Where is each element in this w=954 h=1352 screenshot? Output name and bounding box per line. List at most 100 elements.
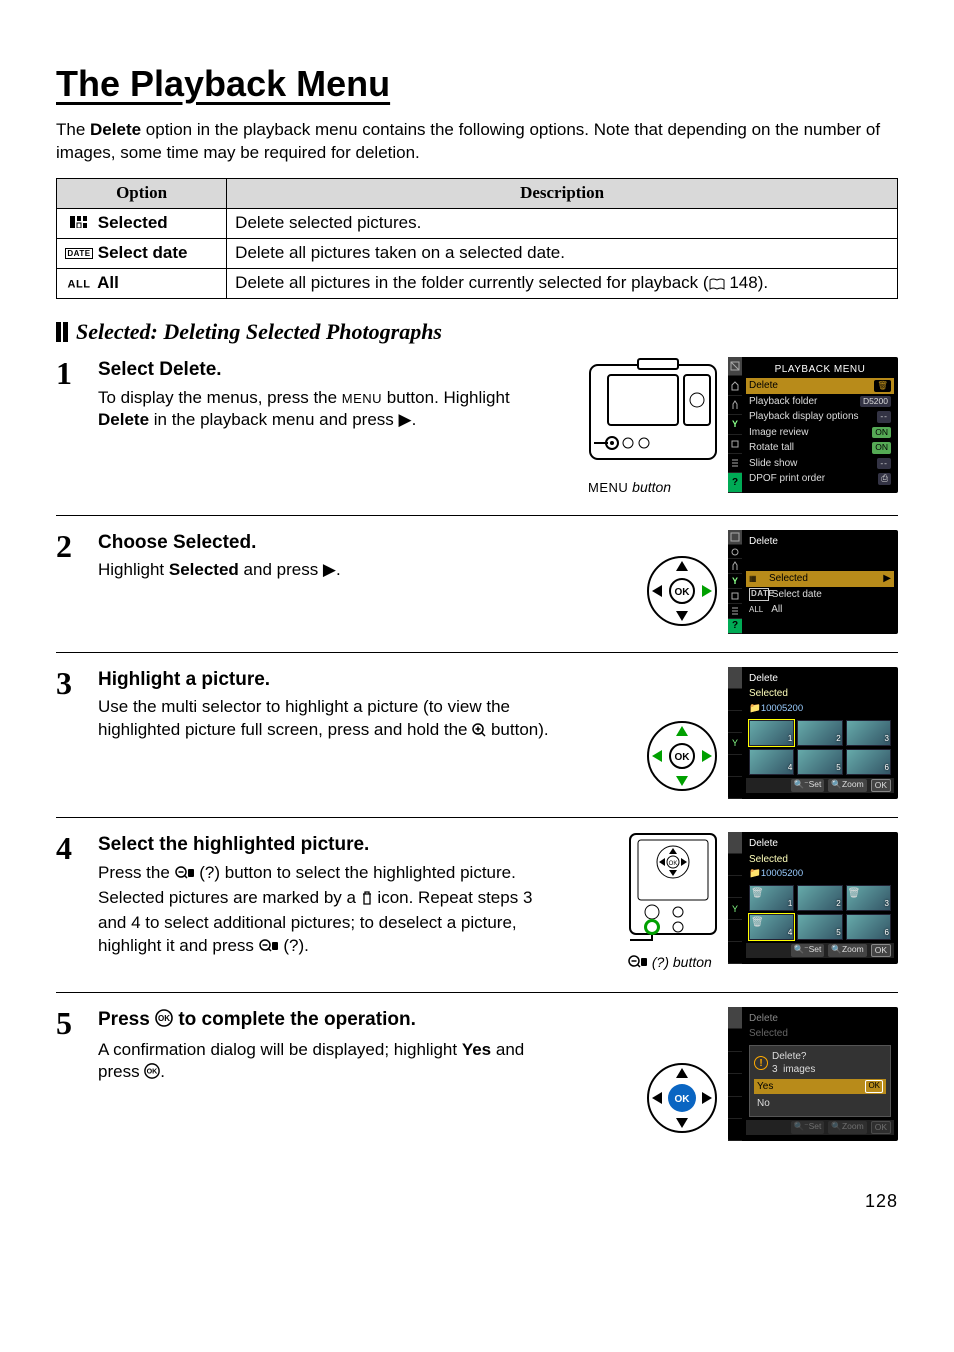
- step-title: Select the highlighted picture.: [98, 832, 564, 858]
- t: (?) button: [648, 954, 712, 970]
- step-title: Press OK to complete the operation.: [98, 1007, 564, 1035]
- warning-icon: !: [754, 1056, 768, 1070]
- trash-icon: 🗑: [751, 916, 764, 930]
- intro-bold: Delete: [90, 120, 141, 139]
- all-icon: ALL: [65, 276, 93, 292]
- set-button: 🔍⁻Set: [791, 944, 825, 957]
- thumb: 🗑1: [749, 885, 794, 911]
- opt-all-desc-a: Delete all pictures in the folder curren…: [235, 273, 708, 292]
- ok-circle-icon: OK: [144, 1063, 160, 1086]
- thumb: 6: [846, 914, 891, 940]
- t: All: [771, 604, 782, 615]
- thumbnails-icon: [65, 216, 93, 232]
- opt-selected-label: Selected: [98, 213, 168, 232]
- lcd-thumbnail-grid-selected: Y Delete Selected 📁10005200 🗑1 2 🗑3 🗑4 5…: [728, 832, 898, 964]
- svg-text:OK: OK: [675, 587, 691, 598]
- t: images: [783, 1064, 815, 1075]
- confirm-yes: YesOK: [754, 1079, 886, 1095]
- menu-word: MENU: [342, 391, 382, 406]
- thumb: 🗑3: [846, 885, 891, 911]
- confirm-no: No: [754, 1096, 886, 1112]
- menu-word: MENU: [588, 480, 628, 495]
- thumb: 2: [797, 720, 842, 746]
- zoom-button: 🔍Zoom: [828, 1121, 866, 1134]
- lcd-subtitle: Selected: [746, 1026, 894, 1042]
- zoom-out-question-icon: [175, 864, 195, 887]
- t: Press: [98, 1009, 155, 1030]
- ok-button: OK: [871, 1121, 891, 1134]
- t: Select date: [772, 589, 822, 600]
- t: Set: [809, 779, 822, 789]
- page-number: 128: [56, 1189, 898, 1213]
- thumb: 2: [797, 885, 842, 911]
- step-number: 3: [56, 667, 84, 699]
- page-ref-icon: [709, 274, 725, 286]
- step-title: Choose Selected.: [98, 530, 564, 556]
- lcd-title: Delete: [746, 836, 894, 852]
- t: in the playback menu and press ▶.: [149, 410, 416, 429]
- opt-selected-desc: Delete selected pictures.: [227, 209, 898, 239]
- lcd-row: DPOF print order⎙: [746, 471, 894, 487]
- lcd-side-tabs: Y ?: [728, 530, 742, 634]
- lcd-row-delete: Delete🗑: [746, 378, 894, 394]
- zoom-out-button-caption: (?) button: [628, 953, 718, 974]
- step-number: 5: [56, 1007, 84, 1039]
- t: Set: [809, 944, 822, 954]
- opt-all-label: All: [97, 273, 119, 292]
- table-row: ALL All Delete all pictures in the folde…: [57, 269, 898, 299]
- camera-corner-illustration: OK: [628, 832, 718, 949]
- opt-all-desc-b: ).: [758, 273, 768, 292]
- ok-badge: OK: [865, 1080, 883, 1094]
- t: A confirmation dialog will be displayed;…: [98, 1040, 462, 1059]
- t: 3: [772, 1064, 778, 1075]
- t: Press the: [98, 863, 175, 882]
- lcd-subtitle: Selected: [746, 686, 894, 702]
- menu-button-caption: MENU button: [588, 478, 718, 497]
- step-body: Use the multi selector to highlight a pi…: [98, 696, 564, 744]
- t: Selected: [769, 573, 808, 584]
- zoom-button: 🔍Zoom: [828, 779, 866, 792]
- lcd-row: Rotate tallON: [746, 440, 894, 456]
- thumb: 🗑4: [749, 914, 794, 940]
- step-number: 4: [56, 832, 84, 864]
- t: Rotate tall: [749, 441, 794, 455]
- badge: ON: [872, 427, 891, 438]
- t: Slide show: [749, 457, 797, 471]
- lcd-side-tabs: Y: [728, 832, 742, 964]
- t: Zoom: [842, 1121, 864, 1131]
- lcd-title: Delete: [746, 534, 894, 550]
- svg-text:OK: OK: [669, 861, 678, 867]
- multi-selector-pad: OK: [646, 555, 718, 634]
- intro-after: option in the playback menu contains the…: [56, 120, 880, 162]
- col-description: Description: [227, 179, 898, 209]
- lcd-row: ALL All: [746, 602, 894, 618]
- bold: Delete: [98, 410, 149, 429]
- lcd-side-tabs: [728, 1007, 742, 1141]
- lcd-folder: 📁10005200: [746, 702, 894, 717]
- lcd-row: DATE Select date: [746, 587, 894, 603]
- lcd-delete-menu: Y ? Delete ▦Selected ▶ DATE Select date …: [728, 530, 898, 634]
- lcd-row-selected: ▦Selected ▶: [746, 571, 894, 587]
- camera-back-illustration: [588, 357, 718, 474]
- step-title: Highlight a picture.: [98, 667, 564, 693]
- t: Highlight: [98, 560, 169, 579]
- badge: --: [877, 411, 891, 422]
- t: Set: [809, 1121, 822, 1131]
- t: button: [628, 479, 671, 495]
- svg-text:OK: OK: [675, 752, 691, 763]
- t: Use the multi selector to highlight a pi…: [98, 697, 510, 739]
- intro-paragraph: The Delete option in the playback menu c…: [56, 119, 898, 165]
- trash-icon: 🗑: [848, 887, 861, 901]
- lcd-playback-menu: Y ? PLAYBACK MENU Delete🗑 Playback folde…: [728, 357, 898, 493]
- step-number: 1: [56, 357, 84, 389]
- bold: Yes: [462, 1040, 491, 1059]
- t: button).: [486, 720, 548, 739]
- zoom-button: 🔍Zoom: [828, 944, 866, 957]
- step-body: To display the menus, press the MENU but…: [98, 387, 564, 433]
- thumb: 3: [846, 720, 891, 746]
- intro-before: The: [56, 120, 90, 139]
- t: to complete the operation.: [173, 1009, 416, 1030]
- svg-text:OK: OK: [675, 1094, 691, 1105]
- thumb-grid: 🗑1 2 🗑3 🗑4 5 6: [746, 882, 894, 943]
- step-3: 3 Highlight a picture. Use the multi sel…: [56, 652, 898, 817]
